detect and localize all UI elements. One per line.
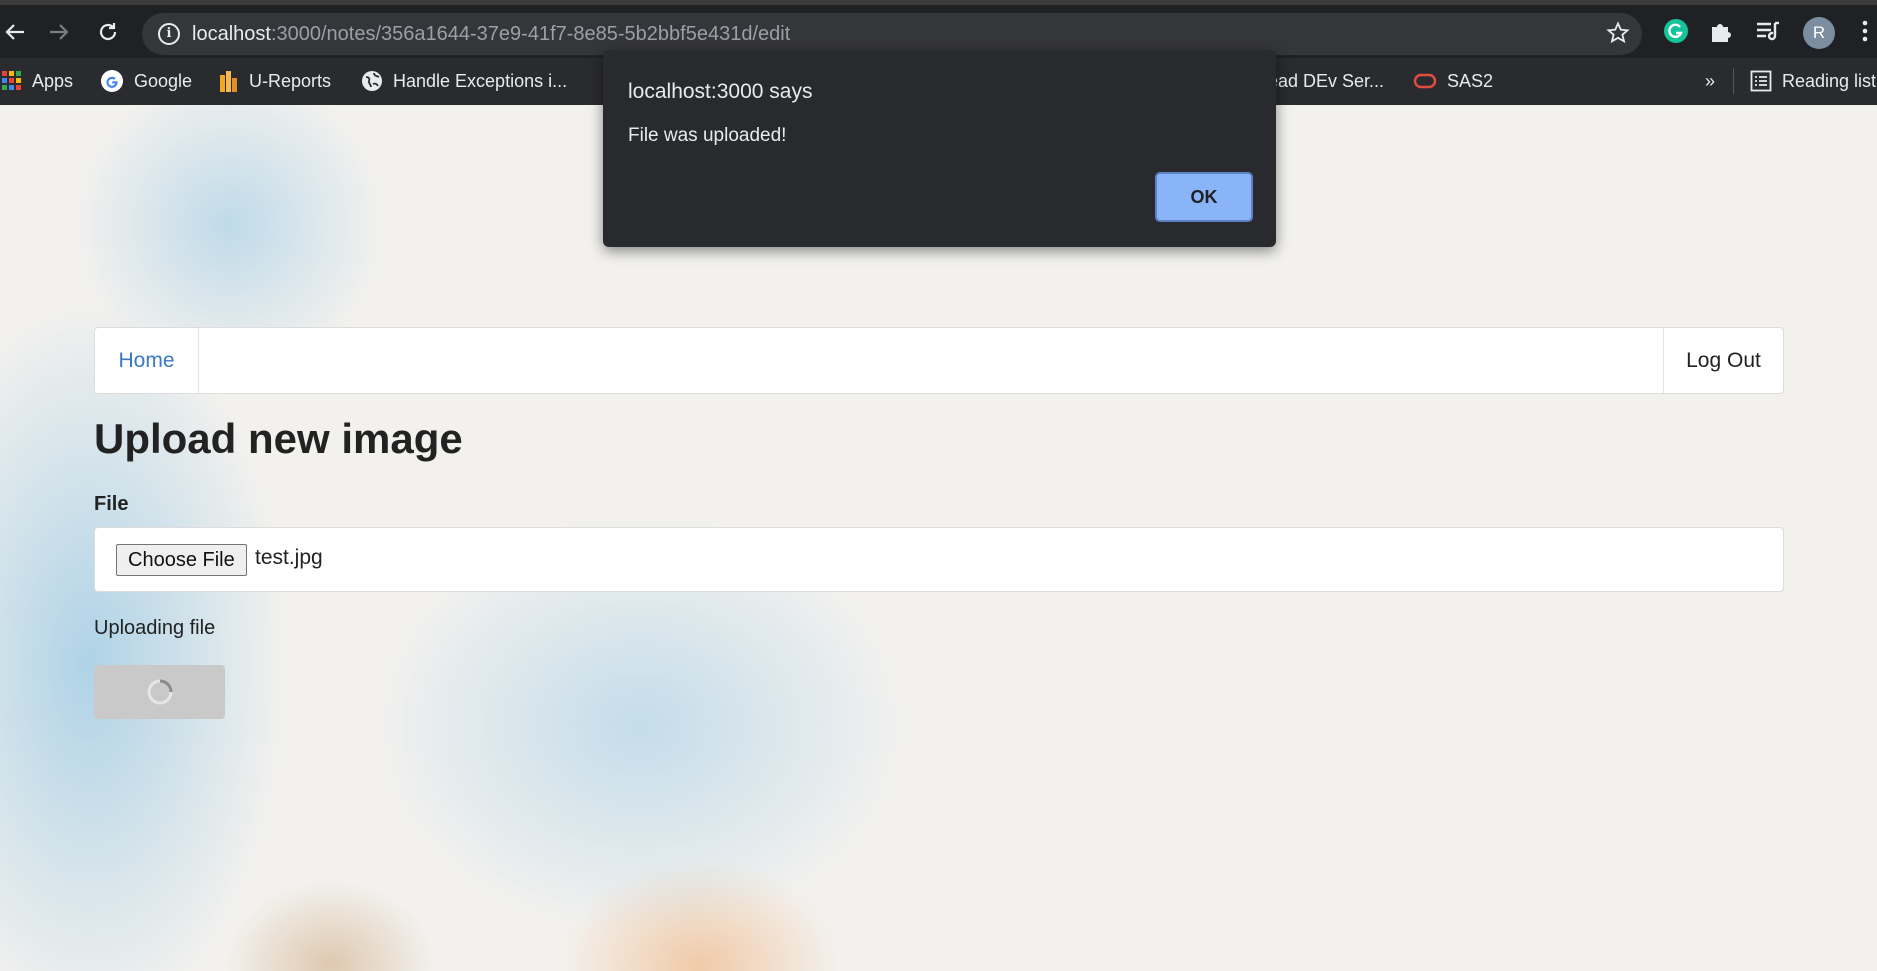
upload-button[interactable] (94, 665, 225, 719)
profile-avatar[interactable]: R (1803, 17, 1835, 49)
bookmark-label: ead DEv Ser... (1268, 70, 1385, 91)
nav-home-link[interactable]: Home (95, 328, 199, 393)
url-host: localhost (192, 23, 271, 45)
alert-dialog: localhost:3000 says File was uploaded! O… (603, 50, 1276, 247)
address-url[interactable]: localhost:3000/notes/356a1644-37e9-41f7-… (192, 23, 790, 46)
ureports-icon (219, 69, 239, 93)
forward-arrow-icon (50, 24, 69, 40)
media-queue-icon[interactable] (1754, 17, 1782, 49)
globe-icon (361, 70, 383, 92)
bookmark-label: Handle Exceptions i... (393, 70, 568, 91)
navbar: Home Log Out (94, 327, 1784, 394)
dialog-title: localhost:3000 says (628, 80, 813, 103)
site-info-icon[interactable]: i (158, 23, 180, 45)
bookmarks-divider (1733, 68, 1734, 94)
back-button[interactable] (0, 17, 30, 47)
google-icon (100, 69, 124, 93)
reload-button[interactable] (93, 17, 123, 47)
bookmark-label: Google (134, 70, 193, 91)
nav-logout-link[interactable]: Log Out (1663, 328, 1783, 393)
bookmark-label: SAS2 (1447, 70, 1494, 91)
bookmark-apps[interactable]: Apps (2, 67, 73, 95)
reading-list-button[interactable]: Reading list (1750, 67, 1876, 95)
grammarly-icon[interactable] (1662, 17, 1690, 49)
dialog-message: File was uploaded! (628, 125, 787, 146)
dialog-ok-button[interactable]: OK (1155, 172, 1253, 222)
bookmark-dev-server[interactable]: ead DEv Ser... (1268, 67, 1384, 95)
file-field-label: File (94, 493, 129, 515)
extensions-puzzle-icon[interactable] (1707, 17, 1735, 49)
choose-file-button[interactable]: Choose File (116, 544, 247, 576)
loading-spinner-icon (147, 679, 172, 705)
forward-button[interactable] (44, 17, 74, 47)
upload-status-text: Uploading file (94, 617, 216, 639)
bookmark-star-icon[interactable] (1606, 21, 1630, 49)
bookmark-sas2[interactable]: SAS2 (1413, 67, 1493, 95)
bookmark-handle-exceptions[interactable]: Handle Exceptions i... (361, 67, 567, 95)
reading-list-icon (1750, 70, 1772, 92)
reading-list-label: Reading list (1782, 70, 1877, 91)
apps-grid-icon (2, 71, 22, 91)
bookmark-label: U-Reports (249, 70, 332, 91)
oracle-icon (1413, 73, 1437, 89)
file-input[interactable]: Choose File test.jpg (94, 527, 1784, 592)
bookmark-google[interactable]: Google (100, 67, 192, 95)
selected-file-name: test.jpg (255, 546, 323, 569)
bookmark-ureports[interactable]: U-Reports (219, 67, 331, 95)
address-bar[interactable]: i localhost:3000/notes/356a1644-37e9-41f… (142, 13, 1642, 55)
back-arrow-icon (5, 24, 24, 40)
browser-menu-icon[interactable] (1860, 17, 1870, 49)
bookmark-label: Apps (32, 70, 74, 91)
bookmarks-overflow-button[interactable]: » (1705, 67, 1715, 95)
reload-icon (99, 23, 117, 41)
page-title: Upload new image (94, 415, 463, 462)
url-path: :3000/notes/356a1644-37e9-41f7-8e85-5b2b… (270, 23, 791, 45)
